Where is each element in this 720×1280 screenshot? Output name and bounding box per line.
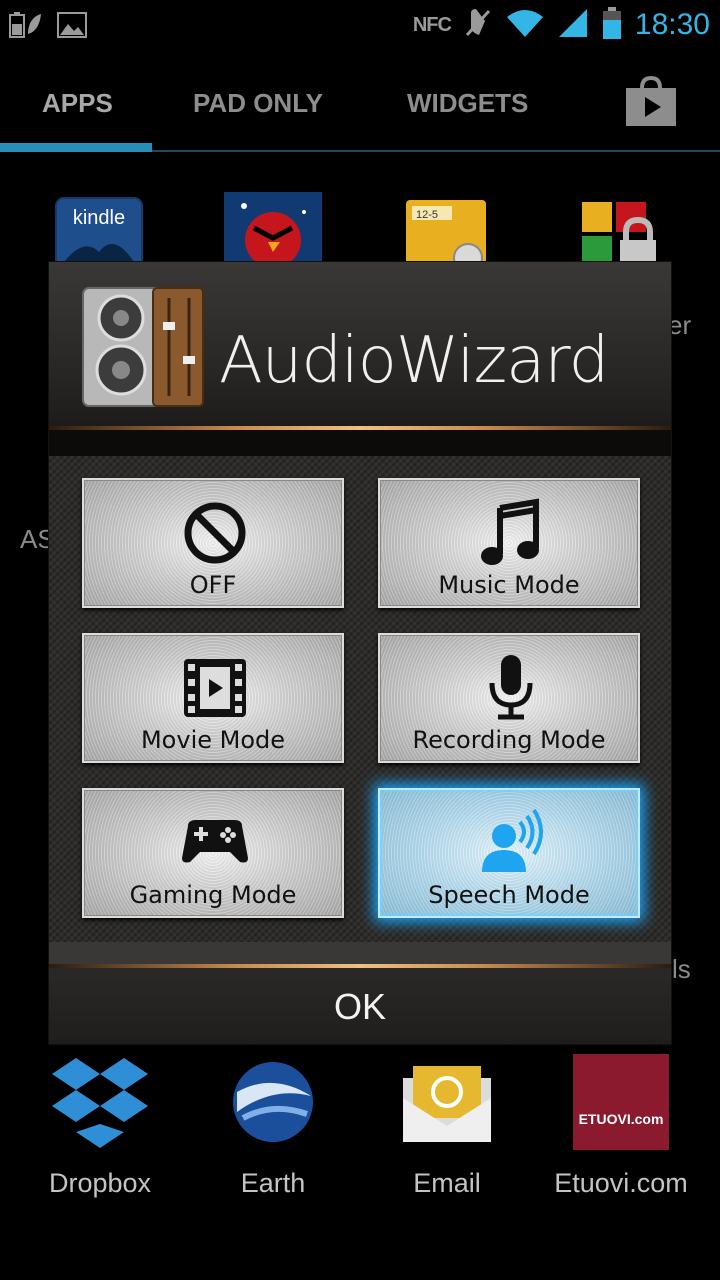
battery-leaf-icon (8, 10, 42, 44)
file-manager-icon: 12-5 (406, 200, 486, 262)
recording-mode-button[interactable]: Recording Mode (378, 633, 640, 763)
email-app[interactable]: Email (377, 1052, 517, 1198)
status-bar: NFC 18:30 (0, 0, 720, 52)
off-icon (184, 502, 246, 564)
email-icon (403, 1066, 491, 1142)
file-date-text: 12-5 (416, 209, 438, 221)
ok-button[interactable]: OK (49, 968, 671, 1044)
status-clock: 18:30 (634, 8, 710, 41)
muted-icon (463, 7, 493, 43)
angry-birds-app[interactable] (224, 192, 324, 262)
app-label: Earth (240, 1168, 306, 1198)
drawer-tab-bar: APPS PAD ONLY WIDGETS (0, 52, 720, 154)
mode-label: Music Mode (438, 571, 580, 599)
speaker-mixer-icon (81, 286, 205, 408)
image-notification-icon (56, 10, 88, 44)
tab-selected-indicator (0, 143, 152, 152)
play-store-icon[interactable] (624, 75, 678, 128)
mode-label: Recording Mode (412, 726, 606, 754)
angry-birds-icon (224, 192, 322, 262)
obscured-app-label: ls (672, 954, 691, 984)
gamepad-icon (182, 820, 248, 863)
nfc-icon: NFC (412, 13, 452, 36)
music-mode-button[interactable]: Music Mode (378, 478, 640, 608)
header-shadow-strip (49, 430, 671, 456)
app-label: Dropbox (48, 1168, 152, 1198)
speech-person-icon (482, 808, 543, 872)
ok-label: OK (333, 986, 386, 1027)
etuovi-icon: ETUOVI.com (573, 1054, 669, 1150)
mode-label: Speech Mode (428, 881, 590, 909)
tab-pad-only[interactable]: PAD ONLY (193, 88, 323, 119)
dropbox-app[interactable]: Dropbox (30, 1052, 170, 1198)
kindle-icon: kindle (55, 197, 143, 262)
signal-icon (557, 7, 589, 43)
dropbox-icon (52, 1058, 148, 1148)
dialog-title: AudioWizard (219, 324, 609, 398)
kindle-app[interactable]: kindle (54, 192, 154, 262)
speech-mode-button[interactable]: Speech Mode (378, 788, 640, 918)
etuovi-logo-text: ETUOVI.com (579, 1111, 664, 1127)
kindle-text: kindle (73, 207, 125, 229)
mode-label: OFF (189, 571, 237, 599)
audiowizard-dialog: AudioWizard OFF Music Mode Movie Mode Re… (49, 262, 671, 1044)
app-label: Etuovi.com (554, 1168, 688, 1198)
earth-icon (233, 1062, 313, 1142)
wifi-icon (505, 7, 545, 43)
mode-label: Movie Mode (140, 726, 286, 754)
tab-widgets[interactable]: WIDGETS (407, 88, 528, 119)
gaming-mode-button[interactable]: Gaming Mode (82, 788, 344, 918)
mode-label: Gaming Mode (129, 881, 297, 909)
app-label: Email (413, 1168, 481, 1198)
tab-apps[interactable]: APPS (42, 88, 113, 119)
microphone-icon (489, 655, 533, 720)
battery-icon (601, 6, 623, 44)
obscured-app-label: er (668, 310, 692, 340)
app-locker-app[interactable] (578, 192, 678, 262)
film-play-icon (184, 659, 246, 717)
earth-app[interactable]: Earth (203, 1052, 343, 1198)
music-note-icon (481, 498, 539, 565)
app-locker-icon (582, 202, 656, 262)
off-mode-button[interactable]: OFF (82, 478, 344, 608)
dialog-header: AudioWizard (49, 262, 671, 430)
etuovi-app[interactable]: ETUOVI.com Etuovi.com (551, 1052, 691, 1198)
movie-mode-button[interactable]: Movie Mode (82, 633, 344, 763)
file-manager-app[interactable]: 12-5 (402, 192, 502, 262)
footer-strip (49, 942, 671, 966)
